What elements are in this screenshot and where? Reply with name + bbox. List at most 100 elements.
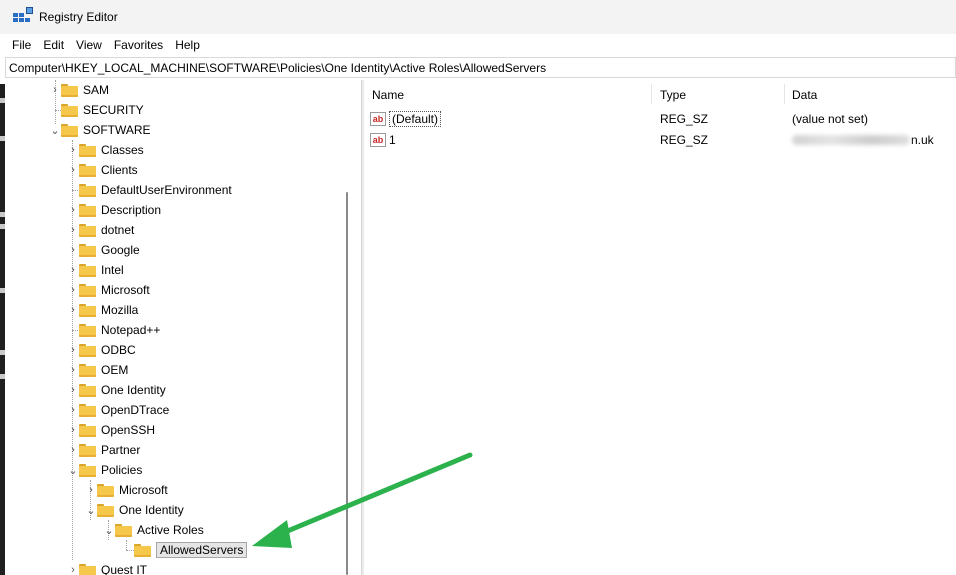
folder-icon xyxy=(79,463,96,477)
folder-icon xyxy=(79,563,96,575)
tree-item-microsoft[interactable]: › Microsoft xyxy=(67,280,150,300)
chevron-right-icon[interactable]: › xyxy=(67,140,79,160)
column-separator[interactable] xyxy=(784,84,785,104)
folder-icon xyxy=(61,83,78,97)
tree-item-policies[interactable]: ⌄ Policies xyxy=(67,460,142,480)
tree-item-classes[interactable]: › Classes xyxy=(67,140,144,160)
menu-view[interactable]: View xyxy=(76,38,102,52)
value-name-cell: ab (Default) xyxy=(370,109,442,129)
menu-bar: File Edit View Favorites Help xyxy=(0,34,956,56)
tree-item-odbc[interactable]: › ODBC xyxy=(67,340,136,360)
title-bar: Registry Editor xyxy=(0,0,956,34)
menu-file[interactable]: File xyxy=(12,38,31,52)
folder-icon xyxy=(61,103,78,117)
registry-editor-icon xyxy=(13,7,33,25)
folder-icon xyxy=(79,263,96,277)
chevron-right-icon[interactable]: › xyxy=(67,240,79,260)
redacted-text xyxy=(792,135,910,145)
menu-favorites[interactable]: Favorites xyxy=(114,38,163,52)
tree-item-description[interactable]: › Description xyxy=(67,200,161,220)
tree-connector xyxy=(126,540,127,550)
folder-icon xyxy=(79,323,96,337)
folder-icon xyxy=(61,123,78,137)
menu-edit[interactable]: Edit xyxy=(43,38,64,52)
tree-item-notepadpp[interactable]: Notepad++ xyxy=(79,320,160,340)
value-data: (value not set) xyxy=(792,112,869,126)
folder-icon xyxy=(79,443,96,457)
tree-item-opendtrace[interactable]: › OpenDTrace xyxy=(67,400,169,420)
chevron-right-icon[interactable]: › xyxy=(67,440,79,460)
folder-icon xyxy=(97,503,114,517)
chevron-right-icon[interactable]: › xyxy=(67,300,79,320)
values-list[interactable]: Name Type Data ab (Default) REG_SZ (valu… xyxy=(364,80,956,575)
column-header-name[interactable]: Name xyxy=(372,86,404,104)
value-row[interactable]: ab 1 REG_SZ n.uk xyxy=(364,130,956,150)
value-name: 1 xyxy=(389,133,396,147)
scrollbar-thumb[interactable] xyxy=(346,192,348,575)
tree-item-google[interactable]: › Google xyxy=(67,240,140,260)
tree-item-intel[interactable]: › Intel xyxy=(67,260,124,280)
value-type: REG_SZ xyxy=(660,133,709,147)
value-name-cell: ab 1 xyxy=(370,130,396,150)
chevron-down-icon[interactable]: ⌄ xyxy=(85,500,97,520)
key-tree[interactable]: › SAM SECURITY ⌄ SOFTWARE › Classes › Cl… xyxy=(5,80,345,575)
tree-item-software[interactable]: ⌄ SOFTWARE xyxy=(49,120,150,140)
tree-item-partner[interactable]: › Partner xyxy=(67,440,140,460)
window-title: Registry Editor xyxy=(39,10,118,24)
chevron-right-icon[interactable]: › xyxy=(67,340,79,360)
tree-item-openssh[interactable]: › OpenSSH xyxy=(67,420,155,440)
tree-item-oem[interactable]: › OEM xyxy=(67,360,128,380)
chevron-right-icon[interactable]: › xyxy=(67,280,79,300)
folder-icon xyxy=(79,163,96,177)
address-bar[interactable]: Computer\HKEY_LOCAL_MACHINE\SOFTWARE\Pol… xyxy=(5,57,956,78)
tree-item-questit[interactable]: › Quest IT xyxy=(67,560,147,575)
chevron-right-icon[interactable]: › xyxy=(67,560,79,575)
tree-item-allowedservers[interactable]: AllowedServers xyxy=(134,540,248,560)
chevron-right-icon[interactable]: › xyxy=(67,200,79,220)
tree-connector xyxy=(126,550,134,551)
value-row[interactable]: ab (Default) REG_SZ (value not set) xyxy=(364,109,956,129)
tree-item-defaultuserenvironment[interactable]: DefaultUserEnvironment xyxy=(79,180,232,200)
chevron-right-icon[interactable]: › xyxy=(67,160,79,180)
tree-item-oneidentity[interactable]: › One Identity xyxy=(67,380,166,400)
chevron-right-icon[interactable]: › xyxy=(67,380,79,400)
chevron-down-icon[interactable]: ⌄ xyxy=(67,460,79,480)
column-header-data[interactable]: Data xyxy=(792,86,817,104)
chevron-right-icon[interactable]: › xyxy=(67,400,79,420)
tree-item-mozilla[interactable]: › Mozilla xyxy=(67,300,138,320)
folder-icon xyxy=(79,303,96,317)
folder-icon xyxy=(79,423,96,437)
value-type: REG_SZ xyxy=(660,112,709,126)
folder-icon xyxy=(79,143,96,157)
tree-item-policies-oneidentity[interactable]: ⌄ One Identity xyxy=(85,500,183,520)
chevron-right-icon[interactable]: › xyxy=(67,360,79,380)
folder-icon xyxy=(134,543,151,557)
chevron-right-icon[interactable]: › xyxy=(49,80,61,100)
folder-icon xyxy=(97,483,114,497)
string-value-icon: ab xyxy=(370,133,386,147)
chevron-right-icon[interactable]: › xyxy=(67,220,79,240)
address-path: Computer\HKEY_LOCAL_MACHINE\SOFTWARE\Pol… xyxy=(9,60,547,75)
folder-icon xyxy=(79,383,96,397)
chevron-down-icon[interactable]: ⌄ xyxy=(49,120,61,140)
column-header-type[interactable]: Type xyxy=(660,86,686,104)
folder-icon xyxy=(79,403,96,417)
column-separator[interactable] xyxy=(651,84,652,104)
tree-item-sam[interactable]: › SAM xyxy=(49,80,109,100)
string-value-icon: ab xyxy=(370,112,386,126)
tree-item-policies-microsoft[interactable]: › Microsoft xyxy=(85,480,168,500)
chevron-down-icon[interactable]: ⌄ xyxy=(103,520,115,540)
folder-icon xyxy=(79,203,96,217)
folder-icon xyxy=(115,523,132,537)
tree-item-activeroles[interactable]: ⌄ Active Roles xyxy=(103,520,203,540)
chevron-right-icon[interactable]: › xyxy=(85,480,97,500)
tree-item-dotnet[interactable]: › dotnet xyxy=(67,220,134,240)
value-name: (Default) xyxy=(389,111,442,127)
chevron-right-icon[interactable]: › xyxy=(67,260,79,280)
chevron-right-icon[interactable]: › xyxy=(67,420,79,440)
tree-scrollbar[interactable] xyxy=(341,80,354,575)
tree-item-clients[interactable]: › Clients xyxy=(67,160,138,180)
folder-icon xyxy=(79,223,96,237)
tree-item-security[interactable]: SECURITY xyxy=(61,100,144,120)
menu-help[interactable]: Help xyxy=(175,38,200,52)
